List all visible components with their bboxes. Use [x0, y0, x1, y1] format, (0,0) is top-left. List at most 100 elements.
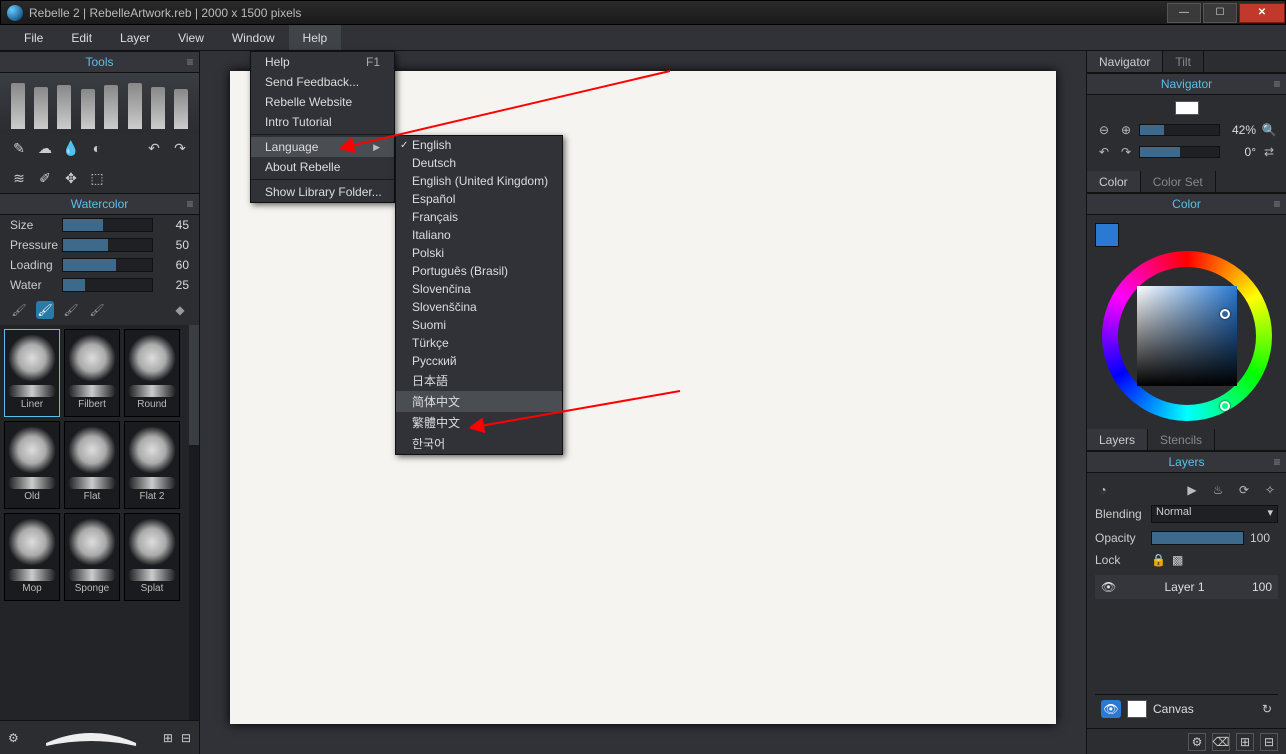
language-option[interactable]: 简体中文 — [396, 391, 562, 412]
fast-dry-icon[interactable]: ✧ — [1262, 483, 1278, 497]
maximize-button[interactable]: ☐ — [1203, 3, 1237, 23]
language-option[interactable]: ✓English — [396, 136, 562, 154]
language-option[interactable]: 日本語 — [396, 370, 562, 391]
paint-blend-mode-icon[interactable]: 🖌 — [36, 301, 54, 319]
minimize-button[interactable]: — — [1167, 3, 1201, 23]
menu-view[interactable]: View — [164, 25, 218, 50]
blending-select[interactable]: Normal ▾ — [1151, 505, 1278, 523]
preset-liner[interactable]: Liner — [4, 329, 60, 417]
tool-watercolor[interactable] — [11, 83, 25, 129]
dry-icon[interactable]: ◐ — [88, 139, 106, 157]
eyedropper-icon[interactable]: ✐ — [36, 169, 54, 187]
help-item-help[interactable]: HelpF1 — [251, 52, 394, 72]
tab-navigator[interactable]: Navigator — [1087, 51, 1163, 72]
water-slider[interactable] — [62, 278, 153, 292]
canvas-row[interactable]: 👁 Canvas ↻ — [1095, 694, 1278, 722]
remove-preset-icon[interactable]: ⊟ — [181, 731, 191, 745]
preset-filbert[interactable]: Filbert — [64, 329, 120, 417]
navigator-minimap[interactable] — [1175, 101, 1199, 115]
tool-airbrush[interactable] — [151, 87, 165, 129]
help-item-tutorial[interactable]: Intro Tutorial — [251, 112, 394, 132]
selection-icon[interactable]: ⬚ — [88, 169, 106, 187]
remove-layer-icon[interactable]: ⊟ — [1260, 733, 1278, 751]
eraser-mode-icon[interactable]: ◆ — [171, 301, 189, 319]
help-item-feedback[interactable]: Send Feedback... — [251, 72, 394, 92]
zoom-in-icon[interactable]: ⊕ — [1117, 121, 1135, 139]
rotate-cw-icon[interactable]: ↷ — [1117, 143, 1135, 161]
tool-ink[interactable] — [104, 85, 118, 129]
tool-eraser[interactable] — [174, 89, 188, 129]
settings-icon[interactable]: ⚙ — [8, 731, 19, 745]
language-option[interactable]: Polski — [396, 244, 562, 262]
size-slider[interactable] — [62, 218, 153, 232]
layer-row[interactable]: 👁 Layer 1 100 — [1095, 575, 1278, 599]
eye-icon[interactable]: 👁 — [1101, 580, 1117, 594]
play-icon[interactable]: ▶ — [1184, 483, 1200, 497]
layers-menu-icon[interactable]: ≡ — [1268, 455, 1286, 469]
color-menu-icon[interactable]: ≡ — [1268, 197, 1286, 211]
tool-pastel[interactable] — [57, 85, 71, 129]
water-icon[interactable]: 💧 — [62, 139, 80, 157]
language-option[interactable]: Suomi — [396, 316, 562, 334]
preset-flat2[interactable]: Flat 2 — [124, 421, 180, 509]
color-swatch[interactable] — [1095, 223, 1119, 247]
layer-visual-settings-icon[interactable]: ⚙ — [1188, 733, 1206, 751]
clear-layer-icon[interactable]: ⌫ — [1212, 733, 1230, 751]
preset-mop[interactable]: Mop — [4, 513, 60, 601]
language-option[interactable]: Português (Brasil) — [396, 262, 562, 280]
transform-icon[interactable]: ✥ — [62, 169, 80, 187]
language-option[interactable]: Русский — [396, 352, 562, 370]
close-button[interactable]: ✕ — [1239, 3, 1285, 23]
blow-icon[interactable]: ≋ — [10, 169, 28, 187]
brush-panel-menu-icon[interactable]: ≡ — [181, 197, 199, 211]
language-option[interactable]: Français — [396, 208, 562, 226]
language-option[interactable]: English (United Kingdom) — [396, 172, 562, 190]
help-item-showlib[interactable]: Show Library Folder... — [251, 182, 394, 202]
show-wet-icon[interactable]: ◔ — [1095, 483, 1111, 497]
tool-acrylic[interactable] — [34, 87, 48, 129]
language-option[interactable]: 한국어 — [396, 433, 562, 454]
wet-layer-icon[interactable]: ♨ — [1210, 483, 1226, 497]
dry-layer-icon[interactable]: ⟳ — [1236, 483, 1252, 497]
menu-window[interactable]: Window — [218, 25, 289, 50]
tab-color-set[interactable]: Color Set — [1141, 171, 1216, 192]
smudge-icon[interactable]: ☁ — [36, 139, 54, 157]
pressure-slider[interactable] — [62, 238, 153, 252]
tab-tilt[interactable]: Tilt — [1163, 51, 1204, 72]
menu-file[interactable]: File — [10, 25, 57, 50]
tool-pencil[interactable] — [81, 89, 95, 129]
language-option[interactable]: Slovenščina — [396, 298, 562, 316]
navigator-menu-icon[interactable]: ≡ — [1268, 77, 1286, 91]
preset-sponge[interactable]: Sponge — [64, 513, 120, 601]
lock-alpha-icon[interactable]: ▩ — [1172, 553, 1183, 567]
paint-wet-mode-icon[interactable]: 🖌 — [88, 301, 106, 319]
language-option[interactable]: Deutsch — [396, 154, 562, 172]
preset-flat[interactable]: Flat — [64, 421, 120, 509]
help-item-language[interactable]: Language▶ — [251, 137, 394, 157]
redo-icon[interactable]: ↷ — [171, 139, 189, 157]
undo-icon[interactable]: ↶ — [145, 139, 163, 157]
presets-scrollbar[interactable] — [189, 325, 199, 720]
language-option[interactable]: Türkçe — [396, 334, 562, 352]
lock-icon[interactable]: 🔒 — [1151, 553, 1166, 567]
tools-menu-icon[interactable]: ≡ — [181, 55, 199, 69]
preset-old[interactable]: Old — [4, 421, 60, 509]
add-preset-icon[interactable]: ⊞ — [163, 731, 173, 745]
paint-dry-mode-icon[interactable]: 🖌 — [62, 301, 80, 319]
paint-mode-icon[interactable]: 🖌 — [10, 301, 28, 319]
canvas-eye-icon[interactable]: 👁 — [1101, 700, 1121, 718]
language-option[interactable]: 繁體中文 — [396, 412, 562, 433]
menu-edit[interactable]: Edit — [57, 25, 106, 50]
menu-layer[interactable]: Layer — [106, 25, 164, 50]
color-wheel[interactable] — [1102, 251, 1272, 421]
tab-stencils[interactable]: Stencils — [1148, 429, 1215, 450]
zoom-out-icon[interactable]: ⊖ — [1095, 121, 1113, 139]
tab-layers[interactable]: Layers — [1087, 429, 1148, 450]
canvas-reset-icon[interactable]: ↻ — [1262, 702, 1272, 716]
preset-round[interactable]: Round — [124, 329, 180, 417]
rotation-slider[interactable] — [1139, 146, 1220, 158]
help-item-about[interactable]: About Rebelle — [251, 157, 394, 177]
tool-marker[interactable] — [128, 83, 142, 129]
layer-opacity-slider[interactable] — [1151, 531, 1244, 545]
rotate-ccw-icon[interactable]: ↶ — [1095, 143, 1113, 161]
